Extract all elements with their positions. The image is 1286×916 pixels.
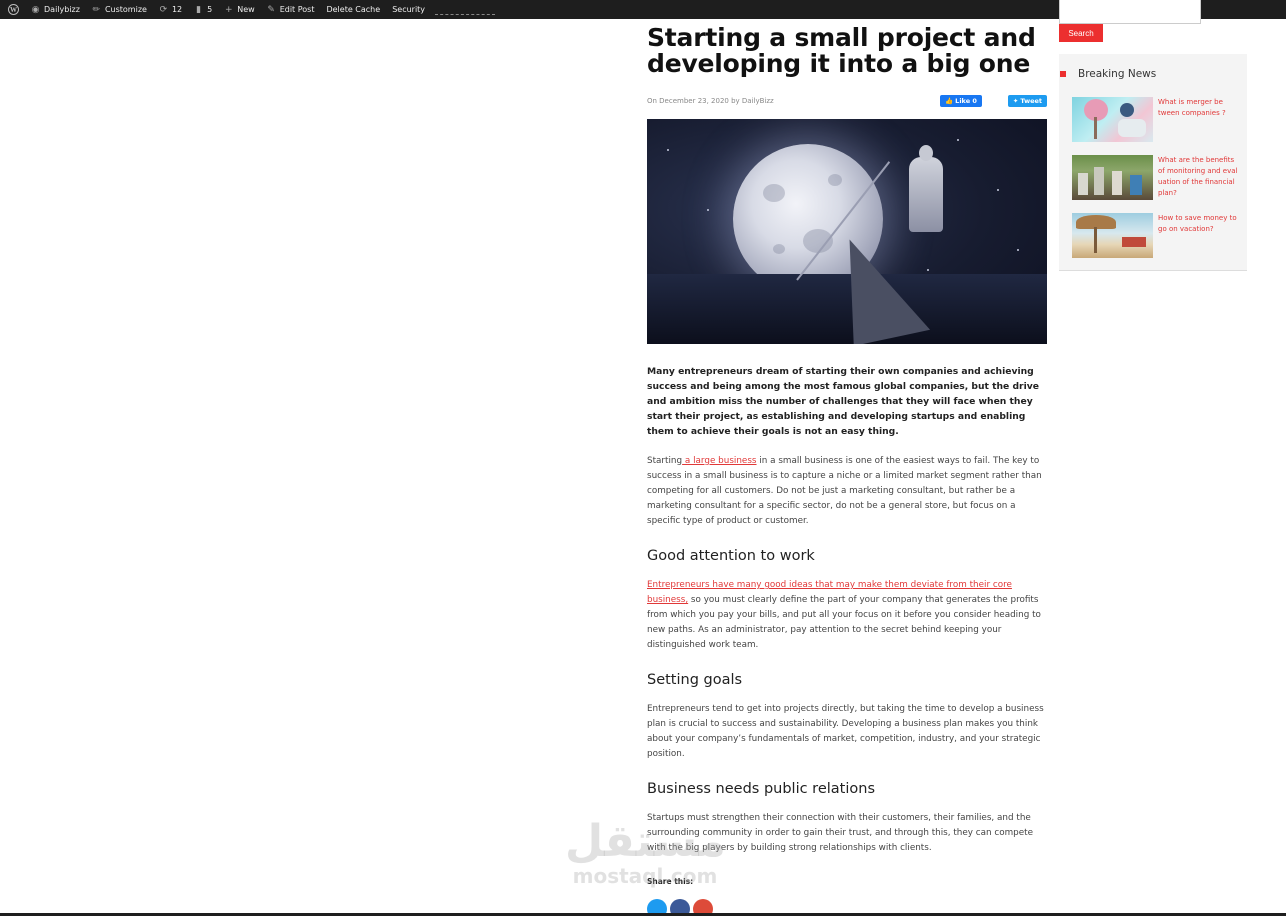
p1-start: Starting <box>647 456 683 466</box>
news-link[interactable]: How to save money to go on vacation? <box>1158 213 1242 258</box>
adminbar-loading-indicator <box>435 14 496 15</box>
dashboard-icon: ◉ <box>31 4 40 15</box>
brush-icon: ✏ <box>92 4 101 15</box>
site-name-link[interactable]: ◉ Dailybizz <box>25 0 86 19</box>
tweet-label: Tweet <box>1020 97 1042 105</box>
p2-rest: so you must clearly define the part of y… <box>647 595 1041 650</box>
comment-icon: ▮ <box>196 4 202 15</box>
news-thumbnail[interactable] <box>1072 155 1153 200</box>
like-label: Like 0 <box>955 97 977 105</box>
search-input[interactable] <box>1059 0 1201 24</box>
news-link[interactable]: What are the benefits of monitoring and … <box>1158 155 1242 200</box>
tweet-button[interactable]: ✦ Tweet <box>1007 95 1047 107</box>
customize-label: Customize <box>104 5 147 14</box>
facebook-like-button[interactable]: 👍 Like 0 <box>940 95 982 107</box>
watermark: مستقل mostaql.com <box>565 816 726 898</box>
post-meta: On December 23, 2020 by DailyBizz 👍 Like… <box>647 94 1047 108</box>
rower-head-graphic <box>919 145 933 161</box>
post-article: Starting a small project and developing … <box>647 25 1047 916</box>
edit-post-link[interactable]: ✎ Edit Post <box>261 0 321 19</box>
comments-link[interactable]: ▮ 5 <box>188 0 218 19</box>
news-item[interactable]: How to save money to go on vacation? <box>1072 213 1242 258</box>
breaking-news-header: Breaking News <box>1059 68 1156 80</box>
featured-image <box>647 119 1047 344</box>
news-thumbnail[interactable] <box>1072 97 1153 142</box>
updates-link[interactable]: ⟳ 12 <box>153 0 188 19</box>
news-link[interactable]: What is merger be tween companies ? <box>1158 97 1242 142</box>
post-paragraph-1: Starting a large business in a small bus… <box>647 454 1047 529</box>
search-button[interactable]: Search <box>1059 24 1103 42</box>
news-thumbnail[interactable] <box>1072 213 1153 258</box>
post-date-author: On December 23, 2020 by DailyBizz <box>647 97 774 105</box>
twitter-bird-icon: ✦ <box>1012 97 1019 105</box>
updates-count: 12 <box>171 5 183 14</box>
plus-icon: + <box>224 4 233 15</box>
post-title: Starting a small project and developing … <box>647 23 1036 78</box>
site-name-label: Dailybizz <box>44 5 80 14</box>
post-paragraph-2: Entrepreneurs have many good ideas that … <box>647 578 1047 653</box>
watermark-arabic: مستقل <box>565 816 726 867</box>
security-label: Security <box>392 5 426 14</box>
new-label: New <box>237 5 255 14</box>
wordpress-menu[interactable]: W <box>0 0 25 19</box>
breaking-news-widget: Breaking News What is merger be tween co… <box>1059 54 1247 271</box>
pencil-icon: ✎ <box>267 4 275 15</box>
updates-icon: ⟳ <box>159 4 168 15</box>
red-square-icon <box>1060 71 1066 77</box>
post-lead-paragraph: Many entrepreneurs dream of starting the… <box>647 366 1039 437</box>
delete-cache-label: Delete Cache <box>326 5 381 14</box>
rower-graphic <box>909 157 943 232</box>
heading-public-relations: Business needs public relations <box>647 781 875 797</box>
p1-rest: in a small business is one of the easies… <box>647 456 1042 526</box>
breaking-news-title: Breaking News <box>1078 68 1157 80</box>
edit-post-label: Edit Post <box>279 5 315 14</box>
post-paragraph-3: Entrepreneurs tend to get into projects … <box>647 704 1044 759</box>
delete-cache-link[interactable]: Delete Cache <box>320 0 386 19</box>
comments-count: 5 <box>207 5 213 14</box>
heading-setting-goals: Setting goals <box>647 672 743 688</box>
news-item[interactable]: What is merger be tween companies ? <box>1072 97 1242 142</box>
large-business-link[interactable]: a large business <box>682 456 757 466</box>
wordpress-logo-icon: W <box>8 4 19 15</box>
watermark-latin: mostaql.com <box>572 864 718 888</box>
heading-good-attention: Good attention to work <box>647 548 815 564</box>
news-item[interactable]: What are the benefits of monitoring and … <box>1072 155 1242 200</box>
customize-link[interactable]: ✏ Customize <box>86 0 153 19</box>
security-link[interactable]: Security <box>386 0 431 19</box>
new-content-link[interactable]: + New <box>218 0 260 19</box>
thumbs-up-icon: 👍 <box>945 97 954 105</box>
